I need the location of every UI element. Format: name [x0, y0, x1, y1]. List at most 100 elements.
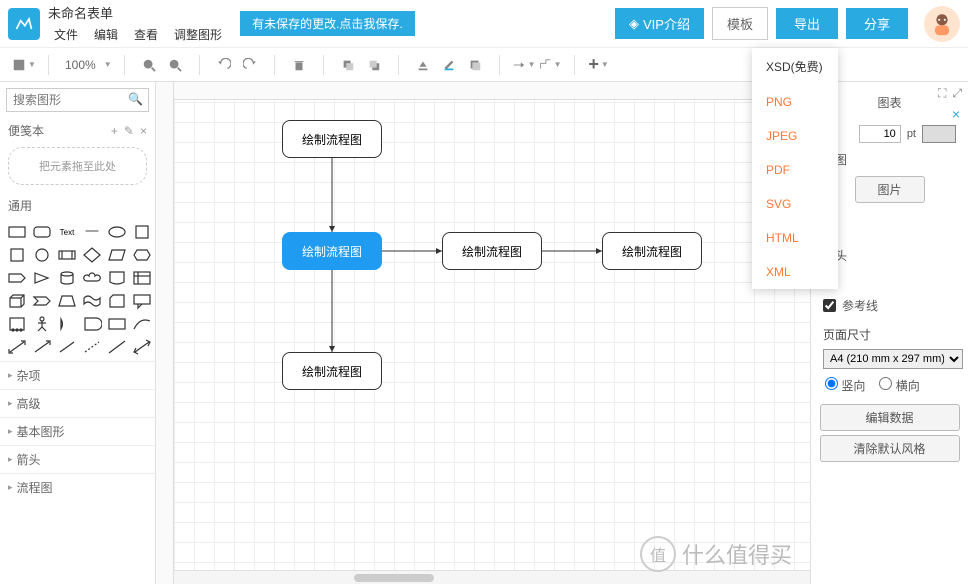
export-option-html[interactable]: HTML — [752, 221, 838, 255]
shape-arrow-bi[interactable] — [6, 337, 28, 357]
shape-rect3[interactable] — [106, 314, 128, 334]
shape-square[interactable] — [131, 222, 153, 242]
scratchpad-header[interactable]: 便笺本 — [8, 122, 44, 139]
menu-adjust[interactable]: 调整图形 — [168, 24, 228, 45]
shape-actor[interactable] — [31, 314, 53, 334]
shape-triangle[interactable] — [31, 268, 53, 288]
zoom-level[interactable]: 100% — [61, 58, 100, 72]
add-icon[interactable]: + — [111, 124, 118, 138]
shape-square2[interactable] — [6, 245, 28, 265]
app-logo[interactable] — [8, 8, 40, 40]
shape-or[interactable] — [81, 314, 103, 334]
shape-circle[interactable] — [31, 245, 53, 265]
guides-checkbox[interactable] — [823, 299, 836, 312]
image-button[interactable]: 图片 — [855, 176, 925, 203]
flow-node-active[interactable]: 绘制流程图 — [282, 232, 382, 270]
zoom-in-icon[interactable] — [137, 53, 161, 77]
scratchpad-dropzone[interactable]: 把元素拖至此处 — [8, 147, 147, 185]
landscape-radio[interactable]: 横向 — [879, 377, 919, 394]
shape-rect[interactable] — [6, 222, 28, 242]
shape-halfcircle[interactable] — [56, 314, 78, 334]
zoom-out-icon[interactable] — [163, 53, 187, 77]
shape-diamond[interactable] — [81, 245, 103, 265]
clear-style-button[interactable]: 清除默认风格 — [820, 435, 960, 462]
shape-bidir[interactable] — [131, 337, 153, 357]
user-avatar[interactable] — [924, 6, 960, 42]
export-option-xml[interactable]: XML — [752, 255, 838, 289]
to-back-icon[interactable] — [362, 53, 386, 77]
delete-icon[interactable] — [287, 53, 311, 77]
shape-curve1[interactable] — [131, 314, 153, 334]
unsaved-banner[interactable]: 有未保存的更改.点击我保存. — [240, 11, 415, 36]
category-advanced[interactable]: 高级 — [0, 389, 155, 417]
page-size-select[interactable]: A4 (210 mm x 297 mm) — [823, 349, 963, 369]
insert-icon[interactable]: +▼ — [587, 53, 611, 77]
shape-trapezoid[interactable] — [56, 291, 78, 311]
edit-data-button[interactable]: 编辑数据 — [820, 404, 960, 431]
shape-cylinder[interactable] — [56, 268, 78, 288]
waypoint-icon[interactable]: ▼ — [538, 53, 562, 77]
edit-icon[interactable]: ✎ — [124, 124, 134, 138]
search-icon[interactable]: 🔍 — [128, 92, 143, 106]
close-icon[interactable]: × — [140, 124, 147, 138]
shape-document[interactable] — [106, 268, 128, 288]
template-button[interactable]: 模板 — [712, 7, 768, 40]
category-misc[interactable]: 杂项 — [0, 361, 155, 389]
page-view-icon[interactable]: ▼ — [12, 53, 36, 77]
shape-internal[interactable] — [131, 268, 153, 288]
shape-step[interactable] — [31, 291, 53, 311]
canvas-area[interactable]: 绘制流程图 绘制流程图 绘制流程图 绘制流程图 绘制流程图 值 什么值得买 — [156, 82, 810, 584]
menu-file[interactable]: 文件 — [48, 24, 84, 45]
line-color-icon[interactable] — [437, 53, 461, 77]
shadow-icon[interactable] — [463, 53, 487, 77]
flow-node[interactable]: 绘制流程图 — [282, 352, 382, 390]
fill-color-icon[interactable] — [411, 53, 435, 77]
shape-arrow[interactable] — [31, 337, 53, 357]
general-header[interactable]: 通用 — [8, 197, 32, 214]
shape-process[interactable] — [56, 245, 78, 265]
export-button[interactable]: 导出 — [776, 8, 838, 39]
shape-roundrect[interactable] — [31, 222, 53, 242]
canvas[interactable]: 绘制流程图 绘制流程图 绘制流程图 绘制流程图 绘制流程图 — [174, 82, 810, 584]
category-arrows[interactable]: 箭头 — [0, 445, 155, 473]
flow-node[interactable]: 绘制流程图 — [282, 120, 382, 158]
shape-tape[interactable] — [81, 291, 103, 311]
shape-cube[interactable] — [6, 291, 28, 311]
fullscreen-icon[interactable]: ⛶ — [938, 86, 946, 101]
flow-node[interactable]: 绘制流程图 — [602, 232, 702, 270]
shape-line[interactable] — [56, 337, 78, 357]
shape-pentagon[interactable] — [6, 268, 28, 288]
shape-note[interactable] — [6, 314, 28, 334]
document-title[interactable]: 未命名表单 — [48, 3, 228, 22]
shape-dashed[interactable] — [81, 337, 103, 357]
redo-icon[interactable] — [238, 53, 262, 77]
shape-callout[interactable] — [131, 291, 153, 311]
export-option-svg[interactable]: SVG — [752, 187, 838, 221]
shape-cloud[interactable] — [81, 268, 103, 288]
shape-card[interactable] — [106, 291, 128, 311]
shape-ellipse[interactable] — [106, 222, 128, 242]
portrait-radio[interactable]: 竖向 — [825, 377, 865, 394]
panel-close-icon[interactable]: × — [952, 106, 960, 122]
flow-node[interactable]: 绘制流程图 — [442, 232, 542, 270]
background-color-swatch[interactable] — [922, 125, 956, 143]
menu-view[interactable]: 查看 — [128, 24, 164, 45]
export-option-jpeg[interactable]: JPEG — [752, 119, 838, 153]
share-button[interactable]: 分享 — [846, 8, 908, 39]
to-front-icon[interactable] — [336, 53, 360, 77]
menu-edit[interactable]: 编辑 — [88, 24, 124, 45]
export-option-pdf[interactable]: PDF — [752, 153, 838, 187]
shape-hexagon[interactable] — [131, 245, 153, 265]
shape-text[interactable]: Text — [56, 222, 78, 242]
horizontal-scrollbar[interactable] — [174, 570, 810, 584]
undo-icon[interactable] — [212, 53, 236, 77]
connection-icon[interactable]: ▼ — [512, 53, 536, 77]
expand-icon[interactable]: ⤢ — [952, 86, 962, 101]
grid-size-input[interactable] — [859, 125, 901, 143]
shape-line2[interactable] — [106, 337, 128, 357]
shape-parallelogram[interactable] — [106, 245, 128, 265]
shape-textbox[interactable]: ═══ — [81, 222, 103, 242]
category-flowchart[interactable]: 流程图 — [0, 473, 155, 501]
export-option-png[interactable]: PNG — [752, 85, 838, 119]
vip-button[interactable]: ◈ VIP介绍 — [615, 8, 704, 39]
